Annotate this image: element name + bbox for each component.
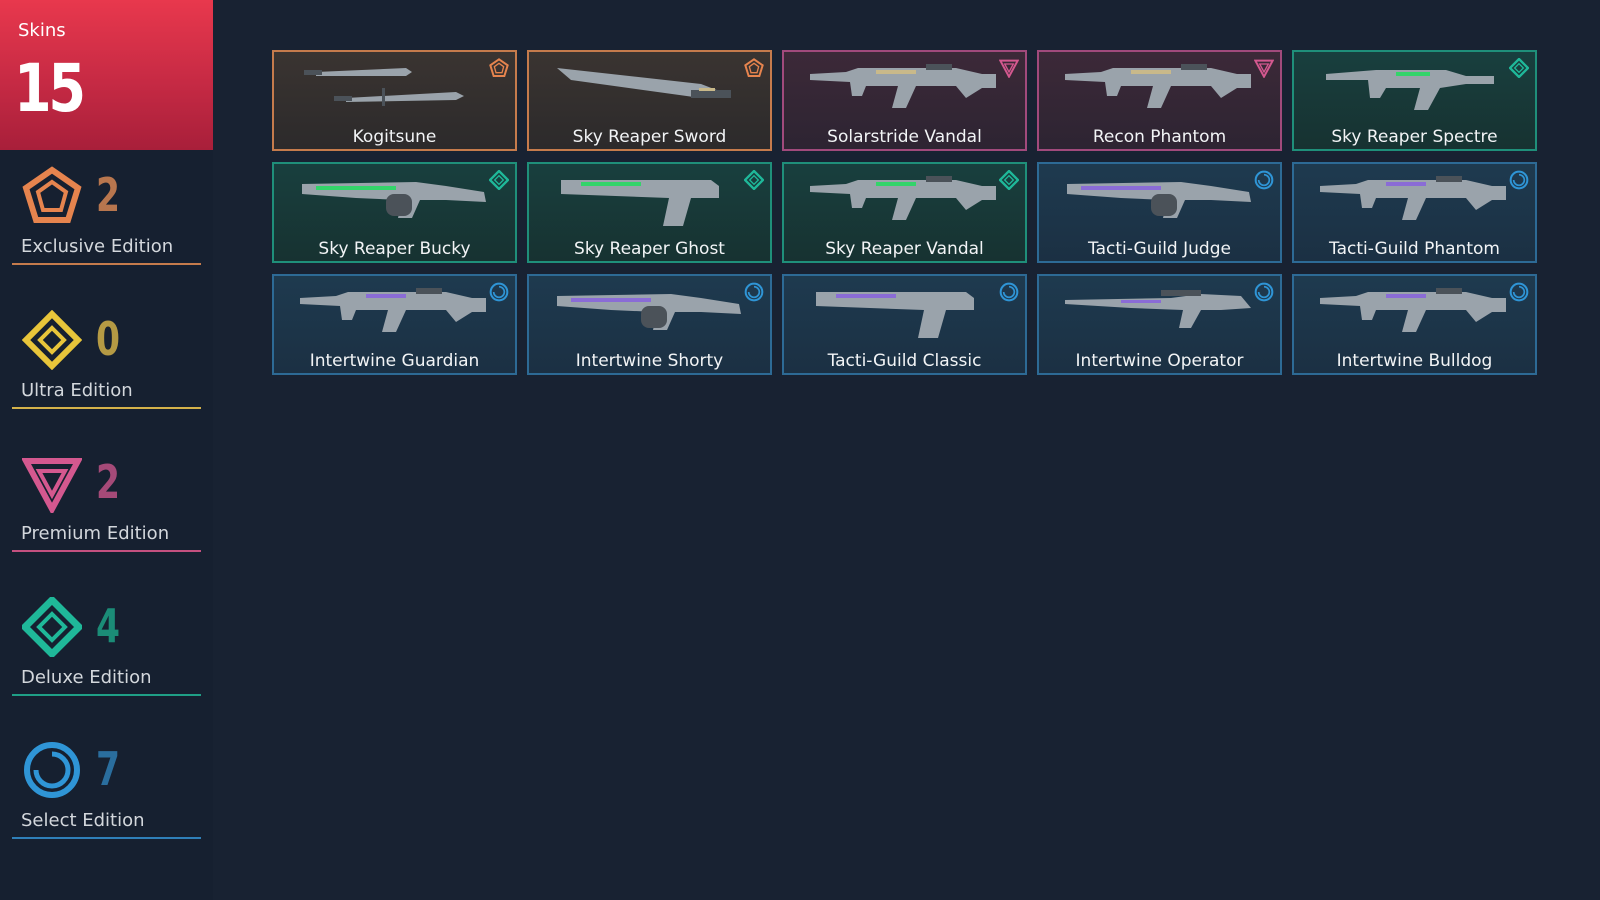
skin-card[interactable]: Kogitsune (272, 50, 517, 151)
select-circle-icon (22, 740, 82, 800)
premium-triangle-icon (998, 58, 1020, 79)
weapon-rifle-icon (806, 58, 1002, 116)
tier-exclusive[interactable]: 2 Exclusive Edition (12, 166, 201, 266)
tier-divider (12, 407, 201, 409)
tier-count: 2 (96, 168, 121, 222)
skin-card[interactable]: Sky Reaper Sword (527, 50, 772, 151)
skin-name: Sky Reaper Vandal (825, 239, 984, 259)
skin-card[interactable]: Sky Reaper Spectre (1292, 50, 1537, 151)
tier-divider (12, 837, 201, 839)
tier-label: Select Edition (21, 810, 145, 831)
skin-name: Tacti-Guild Classic (827, 351, 982, 371)
tier-label: Exclusive Edition (21, 236, 174, 257)
skin-name: Sky Reaper Ghost (574, 239, 725, 259)
exclusive-pentagon-icon (22, 166, 82, 226)
skin-name: Sky Reaper Bucky (318, 239, 471, 259)
skin-card[interactable]: Tacti-Guild Classic (782, 274, 1027, 375)
skin-card[interactable]: Sky Reaper Bucky (272, 162, 517, 263)
tier-label: Premium Edition (21, 523, 170, 544)
skin-card[interactable]: Sky Reaper Ghost (527, 162, 772, 263)
tier-count: 7 (96, 742, 121, 796)
weapon-rifle-icon (296, 282, 492, 340)
skin-name: Intertwine Bulldog (1336, 351, 1493, 371)
skin-name: Sky Reaper Spectre (1331, 127, 1498, 147)
weapon-knife-icon (296, 58, 492, 116)
tier-label: Deluxe Edition (21, 667, 152, 688)
weapon-pistol-icon (551, 170, 747, 228)
skin-card[interactable]: Solarstride Vandal (782, 50, 1027, 151)
weapon-rifle-icon (1316, 282, 1512, 340)
exclusive-pentagon-icon (489, 58, 509, 78)
tier-divider (12, 694, 201, 696)
skin-name: Tacti-Guild Judge (1088, 239, 1231, 259)
skin-name: Intertwine Operator (1075, 351, 1244, 371)
deluxe-diamond-icon (998, 169, 1020, 191)
weapon-shotgun-icon (296, 170, 492, 228)
skins-title: Skins (18, 20, 66, 41)
skin-card[interactable]: Sky Reaper Vandal (782, 162, 1027, 263)
weapon-rifle-icon (806, 170, 1002, 228)
tier-divider (12, 550, 201, 552)
weapon-rifle-icon (1061, 58, 1257, 116)
skin-card[interactable]: Tacti-Guild Judge (1037, 162, 1282, 263)
tier-count: 4 (96, 599, 121, 653)
skin-card[interactable]: Intertwine Shorty (527, 274, 772, 375)
deluxe-diamond-icon (488, 169, 510, 191)
skin-name: Kogitsune (352, 127, 437, 147)
skin-name: Intertwine Guardian (309, 351, 480, 371)
tier-ultra[interactable]: 0 Ultra Edition (12, 309, 201, 410)
skins-total-count: 15 (14, 50, 86, 127)
select-circle-icon (1254, 282, 1274, 302)
skin-name: Sky Reaper Sword (572, 127, 727, 147)
skin-name: Solarstride Vandal (827, 127, 982, 147)
weapon-shotgun-icon (551, 282, 747, 340)
skin-name: Intertwine Shorty (575, 351, 724, 371)
select-circle-icon (489, 282, 509, 302)
deluxe-diamond-icon (743, 169, 765, 191)
select-circle-icon (1254, 170, 1274, 190)
tier-premium[interactable]: 2 Premium Edition (12, 453, 201, 553)
skin-name: Recon Phantom (1092, 127, 1227, 147)
tier-divider (12, 263, 201, 265)
select-circle-icon (1509, 170, 1529, 190)
skins-summary: Skins 15 (0, 0, 213, 150)
weapon-rifle-icon (1316, 170, 1512, 228)
tier-select[interactable]: 7 Select Edition (12, 740, 201, 840)
tier-count: 2 (96, 455, 121, 509)
skin-name: Tacti-Guild Phantom (1329, 239, 1500, 259)
select-circle-icon (1509, 282, 1529, 302)
tier-count: 0 (96, 312, 121, 366)
premium-triangle-icon (1253, 58, 1275, 79)
ultra-diamond-icon (21, 309, 83, 371)
skin-card[interactable]: Tacti-Guild Phantom (1292, 162, 1537, 263)
weapon-sniper-icon (1061, 282, 1257, 340)
select-circle-icon (744, 282, 764, 302)
weapon-pistol-icon (806, 282, 1002, 340)
tier-label: Ultra Edition (21, 380, 133, 401)
skin-card[interactable]: Intertwine Bulldog (1292, 274, 1537, 375)
weapon-shotgun-icon (1061, 170, 1257, 228)
select-circle-icon (999, 282, 1019, 302)
weapon-sword-icon (551, 58, 747, 116)
premium-triangle-icon (20, 453, 84, 516)
deluxe-diamond-icon (1508, 57, 1530, 79)
tier-deluxe[interactable]: 4 Deluxe Edition (12, 595, 201, 697)
deluxe-diamond-icon (20, 595, 84, 659)
weapon-smg-icon (1316, 58, 1512, 116)
exclusive-pentagon-icon (744, 58, 764, 78)
skin-card[interactable]: Recon Phantom (1037, 50, 1282, 151)
skin-card[interactable]: Intertwine Operator (1037, 274, 1282, 375)
sidebar: Skins 15 2 Exclusive Edition 0 Ultra Edi… (0, 0, 213, 900)
skin-card[interactable]: Intertwine Guardian (272, 274, 517, 375)
